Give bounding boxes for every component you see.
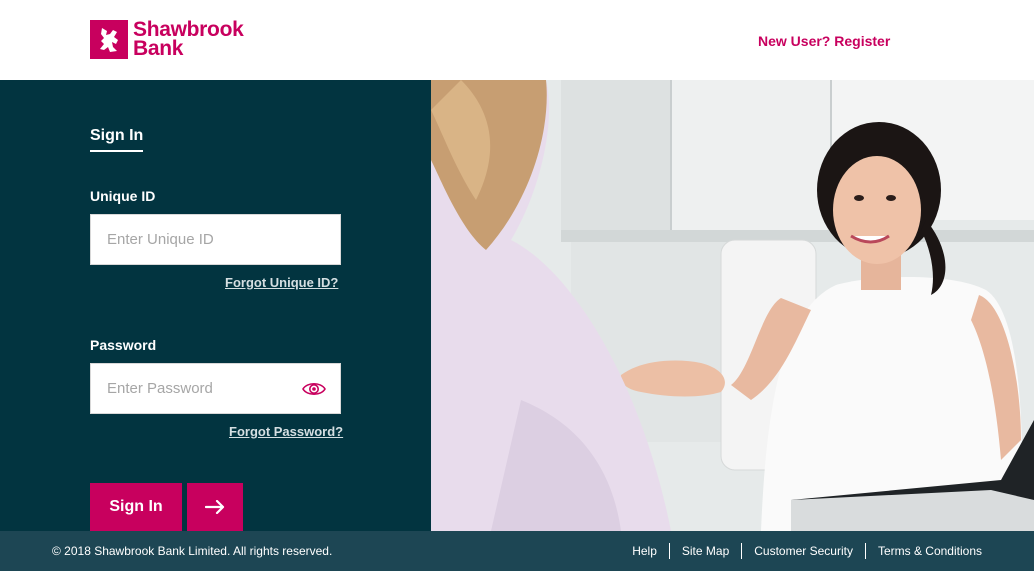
forgot-password-link[interactable]: Forgot Password? (229, 424, 343, 439)
signin-tab[interactable]: Sign In (90, 127, 144, 152)
register-link[interactable]: New User? Register (758, 33, 890, 49)
signin-panel: Sign In Unique ID Forgot Unique ID? Pass… (0, 80, 431, 531)
shawbrook-logo[interactable]: Shawbrook Bank (90, 19, 244, 60)
password-label: Password (90, 337, 157, 353)
footer-link-customer-security[interactable]: Customer Security (741, 543, 865, 559)
password-field[interactable] (90, 363, 341, 414)
forgot-unique-id-link[interactable]: Forgot Unique ID? (225, 275, 338, 290)
unique-id-label: Unique ID (90, 188, 156, 204)
logo-line-2: Bank (133, 37, 184, 60)
footer-links: Help Site Map Customer Security Terms & … (620, 543, 982, 559)
site-header: Shawbrook Bank New User? Register (0, 0, 1034, 80)
unique-id-input[interactable] (91, 215, 340, 264)
arrow-right-icon (205, 500, 225, 514)
footer-link-site-map[interactable]: Site Map (668, 543, 741, 559)
signin-button[interactable]: Sign In (90, 483, 182, 531)
footer-link-help[interactable]: Help (620, 543, 669, 559)
griffin-icon (90, 20, 128, 59)
copyright-text: © 2018 Shawbrook Bank Limited. All right… (52, 544, 333, 558)
site-footer: © 2018 Shawbrook Bank Limited. All right… (0, 531, 1034, 571)
unique-id-field[interactable] (90, 214, 341, 265)
submit-arrow-button[interactable] (187, 483, 243, 531)
eye-icon[interactable] (302, 379, 326, 399)
footer-link-terms[interactable]: Terms & Conditions (864, 543, 982, 559)
logo-wordmark: Shawbrook Bank (133, 19, 244, 60)
hero-photo (431, 80, 1034, 531)
